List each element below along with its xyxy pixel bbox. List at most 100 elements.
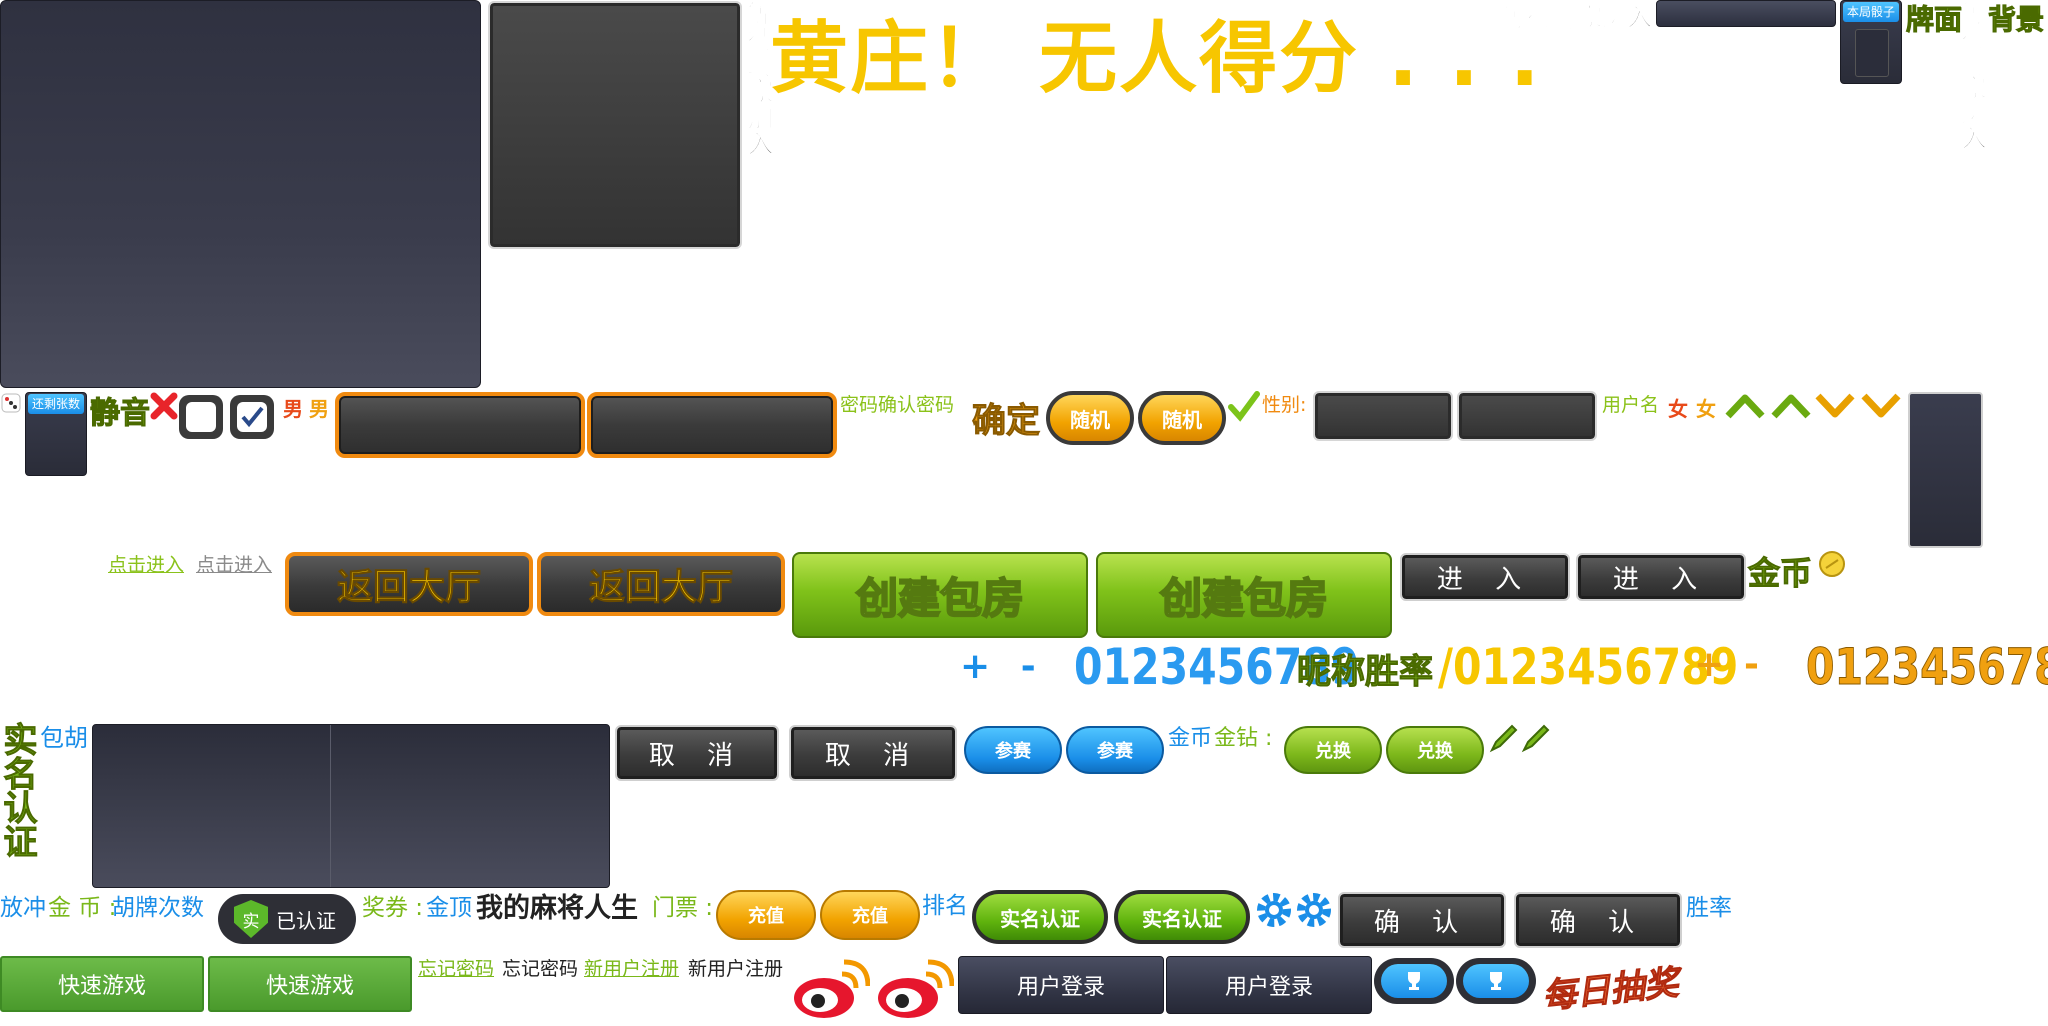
enter-button-a[interactable]: 进 入 xyxy=(1400,553,1570,601)
gold-diamond-label: 金钻 : xyxy=(1214,726,1273,751)
gold-coin-label-blue: 金币 xyxy=(1168,726,1213,751)
real-name-vertical: 实名认证 xyxy=(0,722,38,859)
paimian-label: 牌面 xyxy=(1905,3,1963,37)
gold-coin-colon-label: 金 币 : xyxy=(48,895,117,921)
gray-panel xyxy=(488,1,742,249)
baohu-label: 包胡 xyxy=(40,724,88,752)
panel-divider xyxy=(330,725,331,887)
close-icon[interactable] xyxy=(150,392,178,420)
daily-lottery-label[interactable]: 每日抽奖 xyxy=(1540,955,1680,1018)
gray-input-a[interactable] xyxy=(1313,391,1453,441)
password-confirm-label: 密码确认密码 xyxy=(840,394,955,416)
quick-game-button-a[interactable]: 快速游戏 xyxy=(0,956,204,1012)
jinding-label: 金顶 xyxy=(426,895,472,921)
cancel-button-a[interactable]: 取 消 xyxy=(615,725,779,781)
weibo-icon-a[interactable] xyxy=(790,956,871,1022)
ranking-label: 排名 xyxy=(922,893,968,919)
confirm-text[interactable]: 确定 xyxy=(972,393,1041,442)
hupai-count-label: 胡牌次数 xyxy=(112,895,204,921)
remaining-tiles-card: 还剩张数 xyxy=(25,392,87,476)
input-field-b[interactable] xyxy=(587,392,837,458)
ticket-label: 门票 : xyxy=(652,895,714,921)
huang-zhuang-title: 黄庄！ 无人得分 . . . xyxy=(770,14,1542,104)
click-enter-link-a[interactable]: 点击进入 xyxy=(108,550,184,577)
remaining-tiles-label: 还剩张数 xyxy=(28,394,84,414)
return-lobby-button-b[interactable]: 返回大厅 xyxy=(537,552,785,616)
new-user-register-link-a[interactable]: 新用户注册 xyxy=(584,954,679,981)
female-label-b: 女 xyxy=(1696,397,1716,421)
input-field-a[interactable] xyxy=(335,392,585,458)
verified-badge: 实 已认证 xyxy=(218,894,356,944)
join-match-button-b[interactable]: 参赛 xyxy=(1066,726,1164,774)
tall-dark-panel xyxy=(1908,392,1983,548)
confirm-button-b[interactable]: 确 认 xyxy=(1514,892,1682,948)
cancel-button-b[interactable]: 取 消 xyxy=(789,725,957,781)
plus-minus-blue: + - xyxy=(960,646,1036,687)
real-name-button-a[interactable]: 实名认证 xyxy=(972,890,1108,944)
checkmark-icon xyxy=(1228,390,1260,422)
gray-input-b[interactable] xyxy=(1457,391,1597,441)
create-room-button-a[interactable]: 创建包房 xyxy=(792,552,1088,638)
minus-gold: - xyxy=(1744,644,1759,685)
user-login-button-a[interactable]: 用户登录 xyxy=(958,956,1164,1014)
click-enter-link-b[interactable]: 点击进入 xyxy=(196,550,272,577)
exchange-button-b[interactable]: 兑换 xyxy=(1386,726,1484,774)
weibo-icon-b[interactable] xyxy=(874,956,955,1022)
female-label-a: 女 xyxy=(1668,397,1688,421)
orange-digits: 0123456789 xyxy=(1806,638,2048,697)
create-room-button-b[interactable]: 创建包房 xyxy=(1096,552,1392,638)
exchange-button-a[interactable]: 兑换 xyxy=(1284,726,1382,774)
waiting-bar xyxy=(1656,0,1836,27)
user-login-button-b[interactable]: 用户登录 xyxy=(1166,956,1372,1014)
waiting-player-horizontal-text: 等待玩家进入 xyxy=(1501,3,1653,33)
checkbox-checked[interactable] xyxy=(230,395,274,439)
trophy-button-b[interactable] xyxy=(1456,958,1536,1004)
real-name-button-b[interactable]: 实名认证 xyxy=(1114,890,1250,944)
coupon-label: 奖券 : xyxy=(362,895,424,921)
dice-slot xyxy=(1855,29,1889,77)
forgot-password-link-b[interactable]: 忘记密码 xyxy=(502,954,578,981)
username-label: 用户名 xyxy=(1602,394,1660,416)
trophy-button-a[interactable] xyxy=(1374,958,1454,1004)
winrate-label: 胜率 xyxy=(1686,895,1732,921)
gender-label: 性别: xyxy=(1262,394,1307,416)
gear-icon-b[interactable] xyxy=(1294,890,1334,930)
dice-icon xyxy=(0,392,22,414)
dice-card: 本局骰子 xyxy=(1840,0,1902,84)
pencil-icon-a[interactable] xyxy=(1488,722,1520,754)
pencil-icon-b[interactable] xyxy=(1520,722,1552,754)
enter-button-b[interactable]: 进 入 xyxy=(1576,553,1746,601)
join-match-button-a[interactable]: 参赛 xyxy=(964,726,1062,774)
chevron-down-icon-a[interactable] xyxy=(1814,392,1856,420)
shield-icon: 实 xyxy=(234,900,268,938)
fangchong-label: 放冲 xyxy=(0,895,46,921)
beijing-label: 背景 xyxy=(1987,3,2045,37)
nickname-winrate-label: 昵称胜率 xyxy=(1297,652,1434,693)
plus-gold: + xyxy=(1694,644,1725,685)
male-label-b: 男 xyxy=(309,397,329,421)
male-label-a: 男 xyxy=(283,397,303,421)
gear-icon-a[interactable] xyxy=(1254,890,1294,930)
my-mahjong-life-label: 我的麻将人生 xyxy=(476,893,638,924)
quick-game-button-b[interactable]: 快速游戏 xyxy=(208,956,412,1012)
verified-label: 已认证 xyxy=(276,908,336,933)
large-dark-panel xyxy=(0,0,481,388)
split-dark-panel xyxy=(92,724,610,888)
chevron-down-icon-b[interactable] xyxy=(1860,392,1902,420)
confirm-button-a[interactable]: 确 认 xyxy=(1338,892,1506,948)
random-button-b[interactable]: 随机 xyxy=(1138,391,1226,445)
chevron-up-icon-b[interactable] xyxy=(1770,392,1812,420)
waiting-player-vertical-text: 等待玩家加入 xyxy=(743,0,774,157)
trophy-icon-b xyxy=(1490,972,1502,990)
chevron-up-icon-a[interactable] xyxy=(1724,392,1766,420)
checkbox-unchecked[interactable] xyxy=(179,395,223,439)
coin-icon xyxy=(1818,550,1846,578)
recharge-button-b[interactable]: 充值 xyxy=(820,890,920,940)
return-lobby-button-a[interactable]: 返回大厅 xyxy=(285,552,533,616)
random-button-a[interactable]: 随机 xyxy=(1046,391,1134,445)
new-user-register-link-b[interactable]: 新用户注册 xyxy=(688,954,783,981)
forgot-password-link-a[interactable]: 忘记密码 xyxy=(418,954,494,981)
gold-coin-label: 金币 xyxy=(1747,554,1813,593)
mute-label: 静音 xyxy=(90,396,151,432)
recharge-button-a[interactable]: 充值 xyxy=(716,890,816,940)
